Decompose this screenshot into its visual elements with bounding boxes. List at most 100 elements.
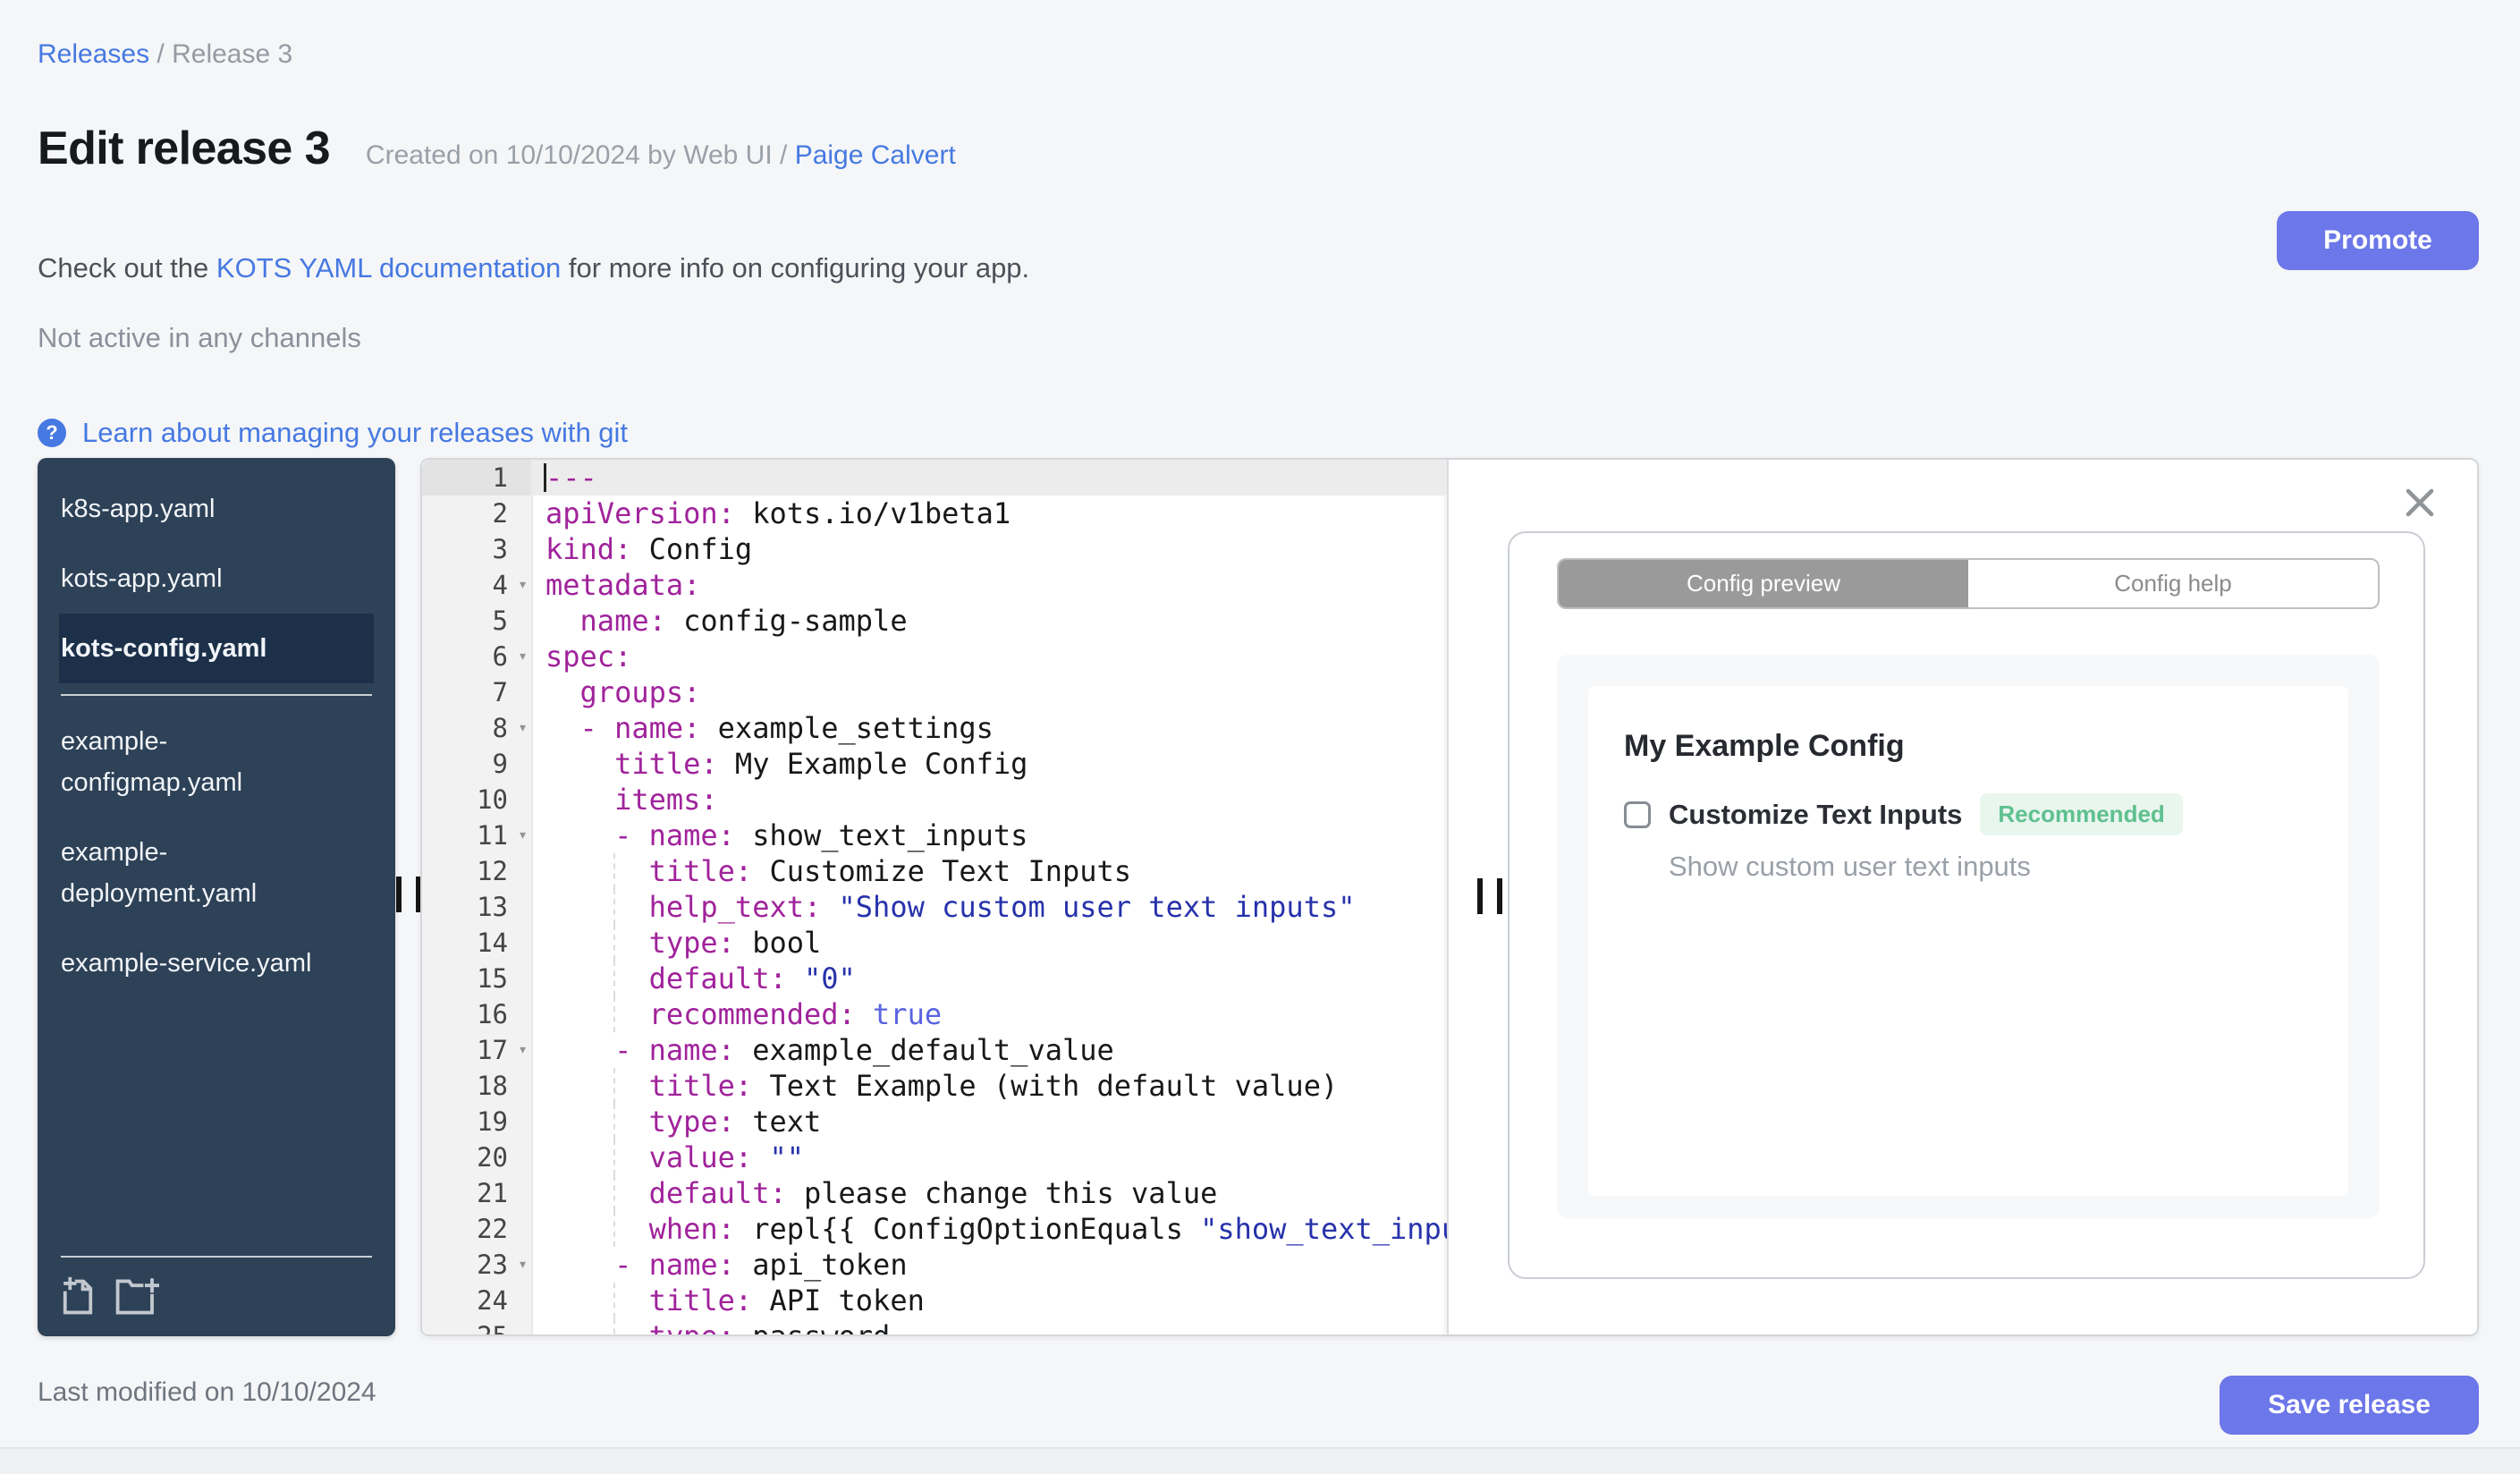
sidebar-file-kots-app.yaml[interactable]: kots-app.yaml [38, 544, 395, 614]
code-text: groups: [579, 675, 701, 709]
sidebar-file-kots-config.yaml[interactable]: kots-config.yaml [59, 614, 374, 683]
code-line-13[interactable]: 13 help_text: "Show custom user text inp… [422, 889, 1447, 925]
config-item-checkbox[interactable] [1624, 801, 1651, 828]
recommended-badge: Recommended [1980, 793, 2183, 835]
file-sidebar: k8s-app.yaml kots-app.yaml kots-config.yam… [38, 458, 395, 1336]
code-line-5[interactable]: 5 name: config-sample [422, 603, 1447, 639]
code-line-15[interactable]: 15 default: "0" [422, 961, 1447, 996]
code-text: name: config-sample [579, 604, 908, 638]
code-text: when: repl{{ ConfigOptionEquals "show_te… [545, 1211, 1447, 1247]
line-number: 12 [477, 856, 508, 886]
code-text: default: "0" [545, 961, 856, 996]
code-line-7[interactable]: 7 groups: [422, 674, 1447, 710]
sidebar-file-example-service.yaml[interactable]: example-service.yaml [38, 928, 395, 998]
sidebar-file-example-deployment.yaml[interactable]: example-deployment.yaml [38, 817, 395, 928]
tab-config-preview[interactable]: Config preview [1559, 560, 1968, 607]
code-line-17[interactable]: 17 ▾ - name: example_default_value [422, 1032, 1447, 1068]
right-split-handle[interactable] [1477, 878, 1504, 914]
code-line-10[interactable]: 10 items: [422, 782, 1447, 817]
fold-arrow-icon[interactable]: ▾ [518, 1032, 528, 1068]
code-line-21[interactable]: 21 default: please change this value [422, 1175, 1447, 1211]
config-item-row: Customize Text Inputs Recommended [1624, 793, 2183, 835]
code-line-12[interactable]: 12 title: Customize Text Inputs [422, 853, 1447, 889]
page: Releases / Release 3 Edit release 3 Crea… [0, 0, 2520, 1474]
code-line-25[interactable]: 25 type: password [422, 1318, 1447, 1334]
line-number: 13 [477, 892, 508, 922]
indent-guide [613, 996, 615, 1032]
doc-line: Check out the KOTS YAML documentation fo… [38, 252, 1029, 284]
doc-suffix: for more info on configuring your app. [561, 252, 1030, 284]
breadcrumb: Releases / Release 3 [38, 39, 292, 70]
code-text: help_text: "Show custom user text inputs… [545, 889, 1356, 925]
code-line-14[interactable]: 14 type: bool [422, 925, 1447, 961]
code-line-1[interactable]: 1 --- [422, 460, 1447, 496]
code-text: recommended: true [545, 996, 943, 1032]
yaml-code-editor[interactable]: 1 --- 2 apiVersion: kots.io/v1beta1 3 kind: C… [422, 460, 1447, 1334]
new-file-button[interactable] [61, 1275, 95, 1318]
sidebar-file-k8s-app.yaml[interactable]: k8s-app.yaml [38, 474, 395, 544]
tab-config-help[interactable]: Config help [1968, 560, 2378, 607]
code-line-16[interactable]: 16 recommended: true [422, 996, 1447, 1032]
code-text: items: [545, 783, 718, 817]
code-line-6[interactable]: 6 ▾ spec: [422, 639, 1447, 674]
indent-guide [613, 961, 615, 996]
code-line-3[interactable]: 3 kind: Config [422, 531, 1447, 567]
left-split-handle[interactable] [396, 877, 423, 912]
code-text: - name: example_default_value [545, 1033, 1114, 1067]
breadcrumb-separator: / [149, 39, 173, 69]
code-text: value: "" [545, 1139, 804, 1175]
indent-guide [613, 1283, 615, 1318]
promote-button[interactable]: Promote [2277, 211, 2479, 270]
fold-arrow-icon[interactable]: ▾ [518, 1247, 528, 1283]
code-line-19[interactable]: 19 type: text [422, 1104, 1447, 1139]
line-number: 11 ▾ [422, 817, 531, 853]
indent-guide [613, 889, 615, 925]
code-line-8[interactable]: 8 ▾ - name: example_settings [422, 710, 1447, 746]
git-help-link[interactable]: ? Learn about managing your releases wit… [38, 417, 628, 449]
code-line-24[interactable]: 24 title: API token [422, 1283, 1447, 1318]
line-number: 20 [477, 1142, 508, 1173]
code-line-4[interactable]: 4 ▾ metadata: [422, 567, 1447, 603]
breadcrumb-releases-link[interactable]: Releases [38, 39, 149, 69]
close-preview-button[interactable] [2404, 487, 2436, 519]
code-text: type: password [531, 1318, 1447, 1334]
file-list-divider [61, 694, 372, 696]
code-text: - name: show_text_inputs [545, 818, 1028, 852]
git-help-label: Learn about managing your releases with … [82, 417, 629, 448]
config-item-label: Customize Text Inputs [1669, 798, 1963, 830]
code-line-22[interactable]: 22 when: repl{{ ConfigOptionEquals "show… [422, 1211, 1447, 1247]
fold-arrow-icon[interactable]: ▾ [518, 817, 528, 853]
line-number: 23 ▾ [422, 1247, 531, 1283]
indent-guide [613, 1139, 615, 1175]
channel-status: Not active in any channels [38, 322, 361, 353]
code-text: metadata: [545, 568, 701, 602]
line-number: 10 [477, 784, 508, 815]
breadcrumb-current: Release 3 [172, 39, 293, 69]
code-line-2[interactable]: 2 apiVersion: kots.io/v1beta1 [422, 496, 1447, 531]
indent-guide [613, 1318, 615, 1334]
sidebar-file-example-configmap.yaml[interactable]: example-configmap.yaml [38, 707, 395, 817]
fold-arrow-icon[interactable]: ▾ [518, 710, 528, 746]
line-number: 17 ▾ [422, 1032, 531, 1068]
line-number: 4 ▾ [422, 567, 531, 603]
code-line-18[interactable]: 18 title: Text Example (with default val… [422, 1068, 1447, 1104]
fold-arrow-icon[interactable]: ▾ [518, 639, 528, 674]
new-folder-button[interactable] [114, 1275, 161, 1318]
line-number: 18 [477, 1071, 508, 1101]
code-line-23[interactable]: 23 ▾ - name: api_token [422, 1247, 1447, 1283]
kots-yaml-doc-link[interactable]: KOTS YAML documentation [216, 252, 561, 284]
fold-arrow-icon[interactable]: ▾ [518, 567, 528, 603]
author-link[interactable]: Paige Calvert [795, 140, 956, 170]
line-number: 15 [477, 963, 508, 994]
code-line-9[interactable]: 9 title: My Example Config [422, 746, 1447, 782]
file-name: example-service.yaml [61, 949, 312, 978]
line-number: 5 [492, 606, 508, 636]
file-name: example-deployment.yaml [61, 838, 258, 908]
code-line-20[interactable]: 20 value: "" [422, 1139, 1447, 1175]
code-line-11[interactable]: 11 ▾ - name: show_text_inputs [422, 817, 1447, 853]
save-release-button[interactable]: Save release [2220, 1376, 2479, 1435]
config-group-card: My Example Config Customize Text Inputs … [1588, 686, 2348, 1196]
code-text: apiVersion: kots.io/v1beta1 [545, 496, 1011, 530]
line-number: 24 [477, 1285, 508, 1316]
code-text: title: Text Example (with default value) [545, 1068, 1339, 1104]
